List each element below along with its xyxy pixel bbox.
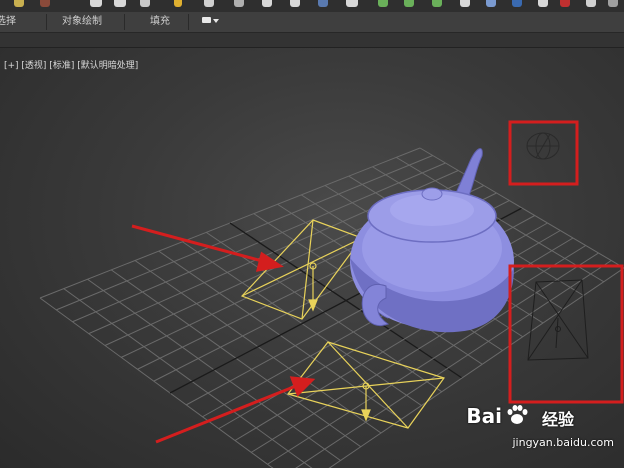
- grid-line: [39, 297, 274, 468]
- tab-select[interactable]: 选择: [0, 15, 16, 29]
- toolbar-icon[interactable]: [460, 0, 470, 7]
- toolbar-icon[interactable]: [90, 0, 102, 7]
- chevron-down-icon: [213, 19, 219, 23]
- toolbar-icon[interactable]: [404, 0, 414, 7]
- perspective-viewport[interactable]: [+] [透视] [标准] [默认明暗处理] Bai 经验 jingyan.ba…: [0, 48, 624, 468]
- toolbar-icon[interactable]: [262, 0, 272, 7]
- toolbar-icon[interactable]: [432, 0, 442, 7]
- toolbar-icon[interactable]: [378, 0, 388, 7]
- toolbar-icon[interactable]: [512, 0, 522, 7]
- toolbar-icon[interactable]: [346, 0, 358, 7]
- toolbar-icon[interactable]: [290, 0, 300, 7]
- tab-populate[interactable]: 填充: [150, 15, 170, 29]
- toolbar-icon[interactable]: [318, 0, 328, 7]
- watermark-brand-suffix: 经验: [541, 410, 574, 429]
- ribbon-divider: [46, 14, 47, 30]
- viewport-label[interactable]: [+] [透视] [标准] [默认明暗处理]: [4, 58, 138, 71]
- toolbar-icon[interactable]: [486, 0, 496, 7]
- toolbar-icon[interactable]: [234, 0, 244, 7]
- toolbar-icon[interactable]: [40, 0, 50, 7]
- toolbar-icon[interactable]: [204, 0, 214, 7]
- ribbon-options-dropdown[interactable]: [202, 16, 220, 26]
- toolbar-icon[interactable]: [114, 0, 126, 7]
- ribbon-options-icon: [202, 17, 211, 23]
- paw-icon: [507, 405, 528, 424]
- camera-gizmo: [526, 132, 560, 160]
- watermark-url: jingyan.baidu.com: [512, 436, 614, 449]
- toolbar-icon[interactable]: [586, 0, 596, 7]
- teapot-object: [350, 148, 514, 333]
- toolbar-icon[interactable]: [560, 0, 570, 7]
- tab-object-paint[interactable]: 对象绘制: [62, 15, 102, 29]
- watermark-brand: Bai: [466, 404, 502, 428]
- ribbon-divider: [124, 14, 125, 30]
- highlight-box-camera: [508, 120, 579, 186]
- baidu-watermark: Bai 经验 jingyan.baidu.com: [448, 400, 618, 464]
- toolbar-icon[interactable]: [140, 0, 150, 7]
- toolbar-icon[interactable]: [174, 0, 182, 7]
- ribbon-bar: 选择 对象绘制 填充: [0, 12, 624, 33]
- toolbar-icon[interactable]: [538, 0, 548, 7]
- toolbar-icon[interactable]: [608, 0, 618, 7]
- ribbon-divider: [188, 14, 189, 30]
- toolbar-icon[interactable]: [14, 0, 24, 7]
- ribbon-panel-strip: [0, 33, 624, 48]
